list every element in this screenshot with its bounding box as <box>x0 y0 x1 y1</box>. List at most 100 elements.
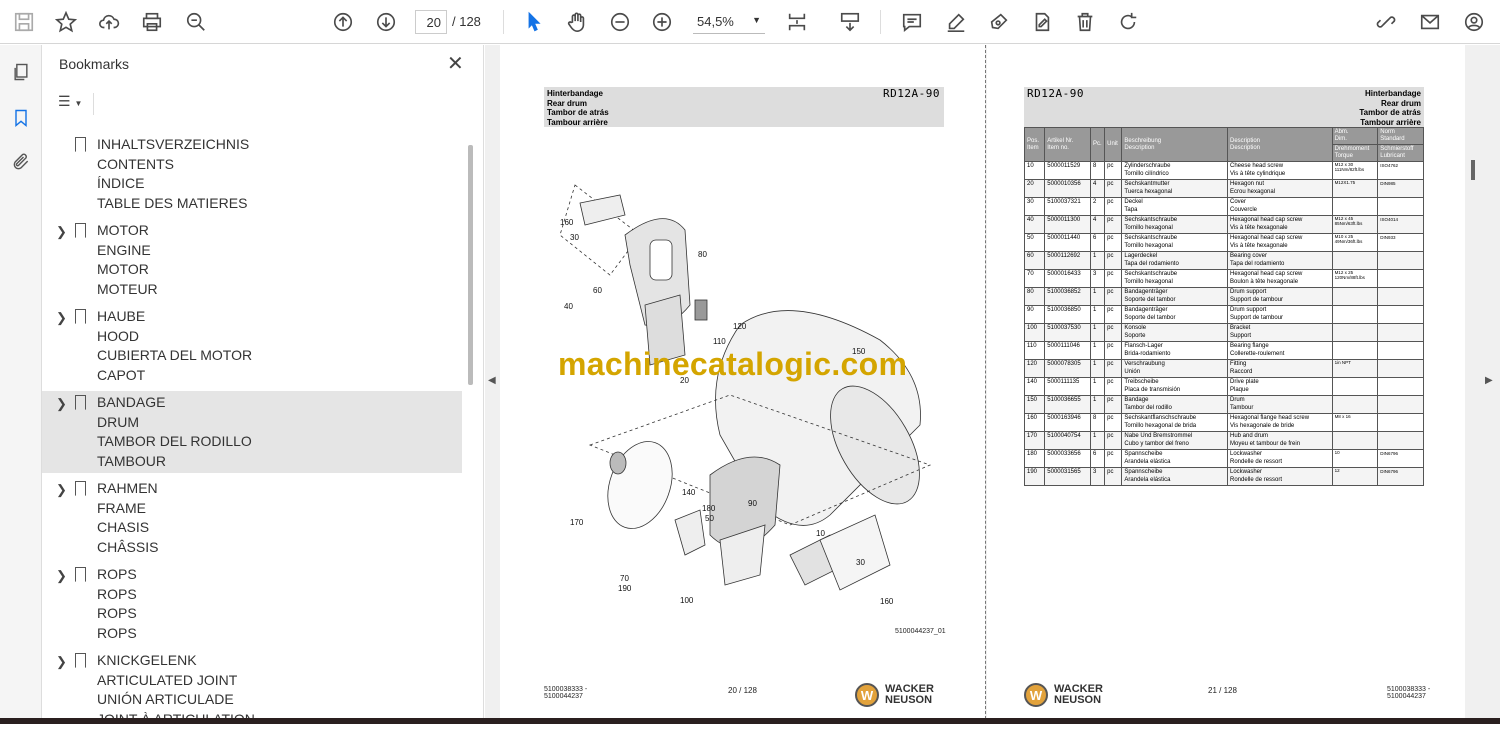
print-icon[interactable] <box>138 8 166 36</box>
bookmark-item[interactable]: INHALTSVERZEICHNIS CONTENTS ÍNDICE TABLE DE… <box>42 133 462 215</box>
collapse-left-icon[interactable]: ◀ <box>488 375 496 386</box>
scroll-mode-icon[interactable] <box>836 8 864 36</box>
cell-desc-en: Hexagonal head cap screw Vis à tête hexag… <box>1227 233 1333 252</box>
share-link-icon[interactable] <box>1372 8 1400 36</box>
page-number-input[interactable]: 20 <box>415 10 447 34</box>
expand-right-icon[interactable]: ▶ <box>1485 375 1493 386</box>
page-total: / 128 <box>452 14 481 29</box>
table-row: 30 5100037321 2 pc Deckel Tapa Cover Couve… <box>1023 197 1424 216</box>
cell-pos: 90 <box>1023 305 1046 324</box>
email-icon[interactable] <box>1416 8 1444 36</box>
next-page-icon[interactable] <box>372 8 400 36</box>
close-icon[interactable]: ✕ <box>447 51 464 76</box>
zoom-search-icon[interactable] <box>182 8 210 36</box>
fit-page-icon[interactable] <box>783 8 811 36</box>
page-header: RD12A-90 Hinterbandage Rear drum Tambor … <box>1024 87 1424 127</box>
cell-desc-de: Konsole Soporte <box>1121 323 1228 342</box>
pages-thumbnails-icon[interactable] <box>8 59 34 85</box>
bookmark-label: DRUM <box>97 413 139 430</box>
highlight-pen-icon[interactable] <box>942 8 970 36</box>
logo-mark: W <box>855 683 879 707</box>
cell-desc-de: Sechskantflanschschraube Tornillo hexagon… <box>1121 413 1228 432</box>
page-20: Hinterbandage Rear drum Tambor de atrás … <box>500 45 985 724</box>
cell-desc-de: Sechskantschraube Tornillo hexagonal <box>1121 269 1228 288</box>
sign-icon[interactable] <box>985 8 1013 36</box>
account-icon[interactable] <box>1460 8 1488 36</box>
rotate-icon[interactable] <box>1114 8 1142 36</box>
chevron-right-icon[interactable]: ❯ <box>56 480 67 500</box>
title-fr: Tambour arrière <box>1360 117 1421 127</box>
logo-text: NEUSON <box>885 694 933 706</box>
cell-desc-en: Drive plate Plaque <box>1227 377 1333 396</box>
logo-text: NEUSON <box>1054 694 1102 706</box>
cell-standard: DIN933 <box>1377 233 1424 252</box>
table-row: 190 5000031565 3 pc Spannscheibe Arandela… <box>1023 467 1424 486</box>
doc-number: 5100038333 -5100044237 <box>544 686 587 700</box>
chevron-right-icon[interactable]: ❯ <box>56 566 67 586</box>
title-en: Rear drum <box>1380 98 1421 108</box>
cell-desc-de: Lagerdeckel Tapa del rodamiento <box>1121 251 1228 270</box>
cell-unit: pc <box>1104 467 1123 486</box>
hand-tool-icon[interactable] <box>563 8 591 36</box>
bookmarks-scrollbar[interactable] <box>468 145 473 385</box>
cell-pc: 1 <box>1089 323 1106 342</box>
bookmark-label: ROPS <box>97 605 137 621</box>
cell-article: 5100036655 <box>1044 395 1091 414</box>
cell-dim <box>1331 377 1379 396</box>
zoom-select[interactable]: 54,5% ▼ <box>693 10 765 34</box>
cell-unit: pc <box>1104 377 1123 396</box>
zoom-value: 54,5% <box>697 14 734 29</box>
cell-desc-en: Bearing cover Tapa del rodamiento <box>1227 251 1333 270</box>
star-icon[interactable] <box>52 8 80 36</box>
chevron-right-icon[interactable]: ❯ <box>56 222 67 242</box>
bookmark-item[interactable]: ❯ RAHMEN FRAME CHASIS CHÂSSIS <box>42 477 462 559</box>
bookmarks-title: Bookmarks <box>59 56 130 72</box>
bookmark-item[interactable]: ❯ ROPS ROPS ROPS ROPS <box>42 563 462 645</box>
zoom-in-icon[interactable] <box>648 8 676 36</box>
cell-desc-en: Fitting Raccord <box>1227 359 1333 378</box>
cell-article: 5000112692 <box>1044 251 1091 270</box>
cell-unit: pc <box>1104 197 1123 216</box>
cell-pos: 70 <box>1023 269 1046 288</box>
bookmark-options-button[interactable]: ☰ ▼ <box>58 93 94 115</box>
chevron-right-icon[interactable]: ❯ <box>56 308 67 328</box>
bookmark-item[interactable]: ❯ BANDAGE DRUM TAMBOR DEL RODILLO TAMBOUR <box>42 391 462 473</box>
callout-label: 100 <box>680 596 694 605</box>
select-cursor-icon[interactable] <box>520 8 548 36</box>
page-21: RD12A-90 Hinterbandage Rear drum Tambor … <box>987 45 1465 724</box>
callout-label: 190 <box>618 584 632 593</box>
zoom-out-icon[interactable] <box>606 8 634 36</box>
bookmark-label: CHASIS <box>97 519 150 535</box>
cell-desc-de: Spannscheibe Arandela elástica <box>1121 467 1228 486</box>
doc-number-line: 5100038333 - <box>1387 686 1431 693</box>
bookmark-label: CHÂSSIS <box>97 538 159 555</box>
edit-pdf-icon[interactable] <box>1028 8 1056 36</box>
cell-dim: 10 <box>1331 449 1379 468</box>
drawing-number: 5100044237_01 <box>895 628 946 635</box>
chevron-right-icon[interactable]: ❯ <box>56 394 67 414</box>
bookmark-icon <box>75 137 86 152</box>
callout-label: 180 <box>702 504 716 513</box>
delete-icon[interactable] <box>1071 8 1099 36</box>
cell-unit: pc <box>1104 251 1123 270</box>
upload-cloud-icon[interactable] <box>95 8 123 36</box>
attachments-icon[interactable] <box>8 149 34 175</box>
callout-label: 50 <box>705 514 714 523</box>
bookmark-icon <box>75 481 86 496</box>
bookmarks-icon[interactable] <box>8 105 34 131</box>
cell-pc: 4 <box>1089 179 1106 198</box>
bookmark-item[interactable]: ❯ MOTOR ENGINE MOTOR MOTEUR <box>42 219 462 301</box>
cell-unit: pc <box>1104 233 1123 252</box>
comment-icon[interactable] <box>898 8 926 36</box>
chevron-right-icon[interactable]: ❯ <box>56 652 67 672</box>
save-icon[interactable] <box>10 8 38 36</box>
cell-desc-en: Hexagonal head cap screw Boulon à tête he… <box>1227 269 1333 288</box>
table-row: 170 5100040754 1 pc Nabe Und Bremstromme… <box>1023 431 1424 450</box>
document-scrollbar[interactable] <box>1471 160 1475 180</box>
bookmark-item[interactable]: ❯ HAUBE HOOD CUBIERTA DEL MOTOR CAPOT <box>42 305 462 387</box>
callout-label: 140 <box>682 488 696 497</box>
previous-page-icon[interactable] <box>329 8 357 36</box>
cell-unit: pc <box>1104 305 1123 324</box>
cell-desc-en: Cover Couvercle <box>1227 197 1333 216</box>
table-row: 40 5000011300 4 pc Sechskantschraube Torn… <box>1023 215 1424 234</box>
